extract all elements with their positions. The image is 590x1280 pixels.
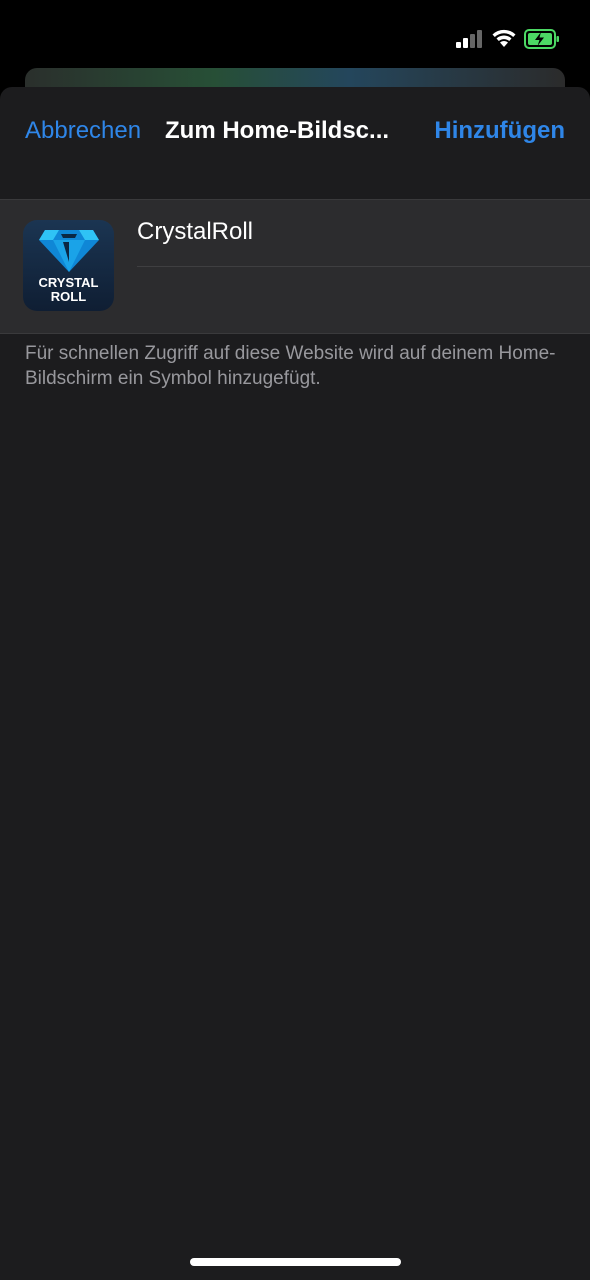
url-field [137, 267, 590, 327]
footer-note: Für schnellen Zugriff auf diese Website … [25, 343, 556, 389]
app-name-field[interactable] [137, 218, 590, 267]
home-indicator[interactable] [190, 1258, 401, 1266]
icon-label-line1: CRYSTAL [38, 275, 99, 290]
wifi-icon [490, 27, 518, 49]
icon-label-line2: ROLL [50, 289, 87, 304]
app-info-card: CRYSTAL ROLL [0, 199, 590, 334]
battery-charging-icon [524, 29, 560, 49]
cancel-button[interactable]: Abbrechen [25, 117, 141, 145]
crystalroll-app-icon: CRYSTAL ROLL [23, 220, 114, 311]
navigation-bar: Abbrechen Zum Home-Bildsc... Hinzufügen [0, 87, 590, 177]
add-to-home-screen-sheet: Abbrechen Zum Home-Bildsc... Hinzufügen … [0, 87, 590, 1280]
sheet-title: Zum Home-Bildsc... [165, 117, 390, 144]
status-bar [0, 0, 590, 70]
add-button[interactable]: Hinzufügen [434, 117, 565, 145]
diamond-icon [39, 230, 99, 272]
app-name-input[interactable] [137, 218, 590, 246]
cellular-signal-icon [456, 30, 484, 48]
